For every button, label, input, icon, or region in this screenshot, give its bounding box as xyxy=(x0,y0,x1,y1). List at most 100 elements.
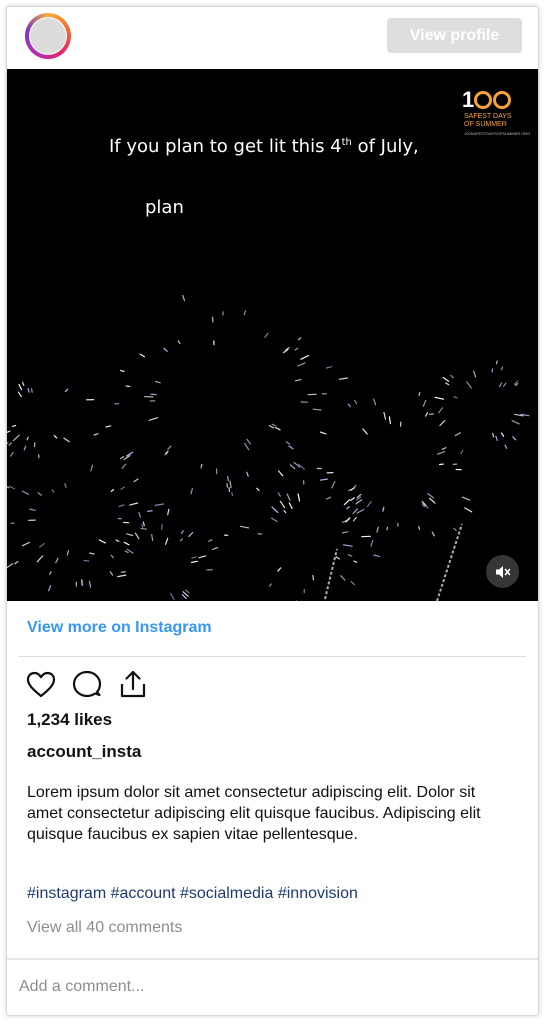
hashtag-link[interactable]: #account xyxy=(111,885,176,902)
firework-spark xyxy=(268,425,275,429)
firework-spark xyxy=(140,527,148,530)
firework-spark xyxy=(11,424,17,427)
firework-spark xyxy=(231,492,233,497)
firework-spark xyxy=(442,377,450,382)
firework-spark xyxy=(268,583,272,587)
divider xyxy=(19,656,526,657)
firework-spark xyxy=(51,489,55,493)
firework-spark xyxy=(53,435,58,439)
firework-spark xyxy=(353,560,358,563)
firework-spark xyxy=(39,543,45,548)
instagram-embed-card: View profile If you plan to get lit this… xyxy=(6,6,539,1016)
firework-spark xyxy=(501,366,504,371)
firework-spark xyxy=(503,382,507,387)
firework-spark xyxy=(21,541,30,547)
profile-avatar[interactable] xyxy=(25,13,71,59)
firework-spark xyxy=(184,589,190,594)
firework-spark xyxy=(30,388,33,393)
hashtag-link[interactable]: #instagram xyxy=(27,885,106,902)
firework-spark xyxy=(514,383,519,386)
heart-icon xyxy=(26,671,56,697)
firework-spark xyxy=(120,486,126,490)
add-comment-input[interactable] xyxy=(17,971,521,1003)
firework-spark xyxy=(362,428,368,435)
firework-spark xyxy=(246,471,249,477)
hashtag-link[interactable]: #innovision xyxy=(278,885,358,902)
firework-spark xyxy=(147,510,153,512)
hashtag-link[interactable]: #socialmedia xyxy=(180,885,273,902)
firework-spark xyxy=(191,556,197,559)
firework-spark xyxy=(346,506,350,510)
logo-sun-icon xyxy=(493,91,512,109)
firework-spark xyxy=(93,433,99,436)
firework-spark xyxy=(319,431,327,435)
view-profile-button[interactable]: View profile xyxy=(387,18,522,53)
firework-spark xyxy=(8,442,13,446)
firework-spark xyxy=(438,407,443,414)
firework-spark xyxy=(121,463,127,469)
firework-spark xyxy=(445,382,450,386)
firework-spark xyxy=(277,492,281,497)
firework-spark xyxy=(90,464,94,472)
share-button[interactable] xyxy=(117,669,149,699)
firework-spark xyxy=(105,425,112,428)
firework-spark xyxy=(7,430,11,434)
firework-spark xyxy=(335,556,340,560)
firework-spark xyxy=(229,480,232,489)
firework-spark xyxy=(22,490,29,495)
share-upload-icon xyxy=(120,670,146,698)
firework-spark xyxy=(161,523,163,530)
view-more-on-instagram-link[interactable]: View more on Instagram xyxy=(27,619,212,637)
firework-spark xyxy=(7,486,10,489)
firework-spark xyxy=(21,381,25,386)
firework-spark xyxy=(312,574,315,581)
post-video[interactable]: If you plan to get lit this 4th of July,… xyxy=(7,69,538,601)
firework-spark xyxy=(275,427,281,431)
firework-spark xyxy=(347,403,351,408)
firework-spark xyxy=(239,525,250,529)
firework-spark xyxy=(427,492,434,499)
firework-spark xyxy=(441,447,447,450)
firework-spark xyxy=(66,550,70,556)
firework-spark xyxy=(376,526,379,533)
firework-spark xyxy=(151,534,154,542)
firework-spark xyxy=(148,417,159,421)
view-all-comments-link[interactable]: View all 40 comments xyxy=(27,919,182,937)
firework-spark xyxy=(388,416,391,425)
firework-spark xyxy=(182,294,186,302)
firework-spark xyxy=(165,537,169,545)
firework-spark xyxy=(373,398,377,406)
firework-spark xyxy=(141,523,144,528)
firework-spark xyxy=(14,561,19,565)
firework-spark xyxy=(285,441,291,445)
firework-spark xyxy=(319,478,328,481)
firework-spark xyxy=(17,391,22,397)
firework-spark xyxy=(450,374,454,379)
firework-spark xyxy=(208,539,213,542)
firework-spark xyxy=(498,382,502,388)
firework-spark xyxy=(297,362,306,367)
firework-spark xyxy=(278,470,284,477)
firework-spark xyxy=(495,360,498,365)
firework-spark xyxy=(170,592,175,601)
firework-spark xyxy=(431,531,435,537)
firework-spark xyxy=(49,571,52,575)
firework-spark xyxy=(297,493,301,502)
firework-spark xyxy=(37,492,43,496)
like-button[interactable] xyxy=(25,669,57,699)
likes-count[interactable]: 1,234 likes xyxy=(27,710,112,730)
mute-button[interactable] xyxy=(486,555,519,588)
firework-spark xyxy=(246,438,251,445)
comment-button[interactable] xyxy=(71,669,103,699)
hashtag-list: #instagram #account #socialmedia #innovi… xyxy=(27,885,358,903)
firework-spark xyxy=(163,347,168,352)
firework-spark xyxy=(167,445,172,450)
firework-spark xyxy=(294,379,302,382)
account-name[interactable]: account_insta xyxy=(27,742,141,762)
firework-spark xyxy=(373,554,381,557)
firework-spark xyxy=(212,547,219,550)
firework-spark xyxy=(283,510,287,514)
firework-trail xyxy=(324,548,338,600)
firework-spark xyxy=(343,544,353,547)
firework-spark xyxy=(289,464,296,470)
